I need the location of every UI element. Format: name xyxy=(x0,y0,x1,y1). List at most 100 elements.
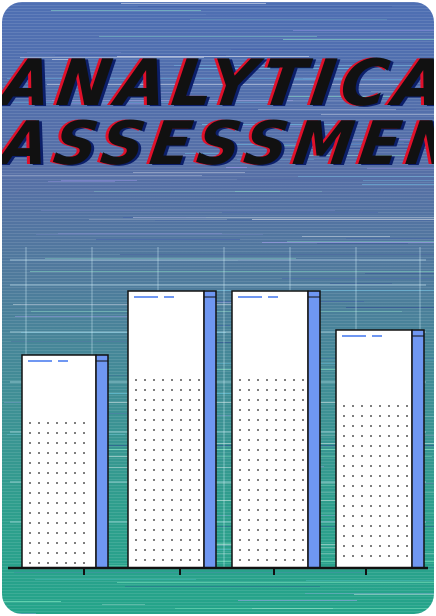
bar-dot xyxy=(135,419,137,421)
bar-dot xyxy=(189,559,191,561)
bar-dot xyxy=(47,522,49,524)
bar-dot xyxy=(284,429,286,431)
bar-dot xyxy=(352,415,354,417)
bar-dot xyxy=(239,429,241,431)
bar-dot xyxy=(293,499,295,501)
bar-dot xyxy=(248,389,250,391)
bar-dot xyxy=(406,545,408,547)
bar-dot xyxy=(370,505,372,507)
bar-dot xyxy=(29,552,31,554)
bar-dot xyxy=(144,389,146,391)
bar-dot xyxy=(74,452,76,454)
bar-dot xyxy=(153,519,155,521)
bar-dot xyxy=(248,529,250,531)
bar-dot xyxy=(189,499,191,501)
bar-dot xyxy=(162,549,164,551)
bar-dot xyxy=(83,422,85,424)
bar-dot xyxy=(74,552,76,554)
bar-dot xyxy=(266,379,268,381)
bar-dot xyxy=(38,432,40,434)
bar xyxy=(21,354,97,569)
bar-dot xyxy=(198,439,200,441)
bar-dot xyxy=(379,475,381,477)
bar-dot xyxy=(293,469,295,471)
bar-dot xyxy=(180,519,182,521)
bar-dot xyxy=(162,469,164,471)
bar-dot xyxy=(266,439,268,441)
bar-dot xyxy=(162,449,164,451)
bar-dot xyxy=(388,455,390,457)
bar-dot xyxy=(74,442,76,444)
bar-dot xyxy=(361,435,363,437)
bar-dot xyxy=(343,495,345,497)
bar-dot xyxy=(275,399,277,401)
bar-dot xyxy=(56,532,58,534)
bar-dot xyxy=(284,489,286,491)
bar-dot xyxy=(171,419,173,421)
bar-dot xyxy=(239,469,241,471)
bar-dot xyxy=(275,469,277,471)
bar-dot xyxy=(29,522,31,524)
bar-dot xyxy=(162,399,164,401)
bar-dot xyxy=(180,449,182,451)
bar-dot xyxy=(153,559,155,561)
bar-dot xyxy=(379,465,381,467)
bar-dot xyxy=(266,399,268,401)
bar-dot xyxy=(144,449,146,451)
bar-dot xyxy=(388,485,390,487)
bar-dot xyxy=(388,435,390,437)
bar-dot xyxy=(171,499,173,501)
bar-dot xyxy=(361,545,363,547)
bar-dot xyxy=(275,539,277,541)
bar-dot xyxy=(284,449,286,451)
bar-dot xyxy=(171,429,173,431)
bar-dot xyxy=(352,525,354,527)
bar-dot xyxy=(189,379,191,381)
bar-dot xyxy=(38,492,40,494)
bar-dot xyxy=(180,389,182,391)
bar-dot xyxy=(361,495,363,497)
bar-dot xyxy=(29,512,31,514)
bar-dot xyxy=(293,449,295,451)
bar-dot xyxy=(180,399,182,401)
bar-dot xyxy=(153,479,155,481)
bar-dot xyxy=(239,459,241,461)
bar-dot xyxy=(406,405,408,407)
bar-dot xyxy=(379,555,381,557)
bar-dot xyxy=(293,489,295,491)
bar-dot xyxy=(388,555,390,557)
bar-dot xyxy=(135,529,137,531)
bar-dot xyxy=(189,449,191,451)
bar-dot xyxy=(397,455,399,457)
bar-dot xyxy=(180,539,182,541)
bar-dot xyxy=(47,502,49,504)
bar-dot xyxy=(153,419,155,421)
bar-dot xyxy=(83,502,85,504)
bar-dot xyxy=(293,429,295,431)
bar-dot xyxy=(266,389,268,391)
bar-dot xyxy=(198,549,200,551)
bar-dot xyxy=(397,425,399,427)
bar-dot xyxy=(361,525,363,527)
bar-dot xyxy=(29,562,31,564)
bar-dot xyxy=(74,502,76,504)
bar-dot xyxy=(47,422,49,424)
bar xyxy=(335,329,413,569)
bar-dot xyxy=(162,439,164,441)
bar-dot xyxy=(162,419,164,421)
bar-dot xyxy=(406,535,408,537)
bar-dot xyxy=(239,419,241,421)
bar-dot xyxy=(257,439,259,441)
bar-dot xyxy=(189,409,191,411)
bar-dot xyxy=(388,415,390,417)
bar-dot xyxy=(29,422,31,424)
bar-dot xyxy=(352,505,354,507)
bar-dot xyxy=(135,459,137,461)
bar-dot xyxy=(74,512,76,514)
bar-dot xyxy=(275,529,277,531)
bar-dot xyxy=(370,445,372,447)
bar-dot xyxy=(47,432,49,434)
bar-dot xyxy=(56,472,58,474)
bar-dot xyxy=(361,445,363,447)
bar-dot xyxy=(293,389,295,391)
